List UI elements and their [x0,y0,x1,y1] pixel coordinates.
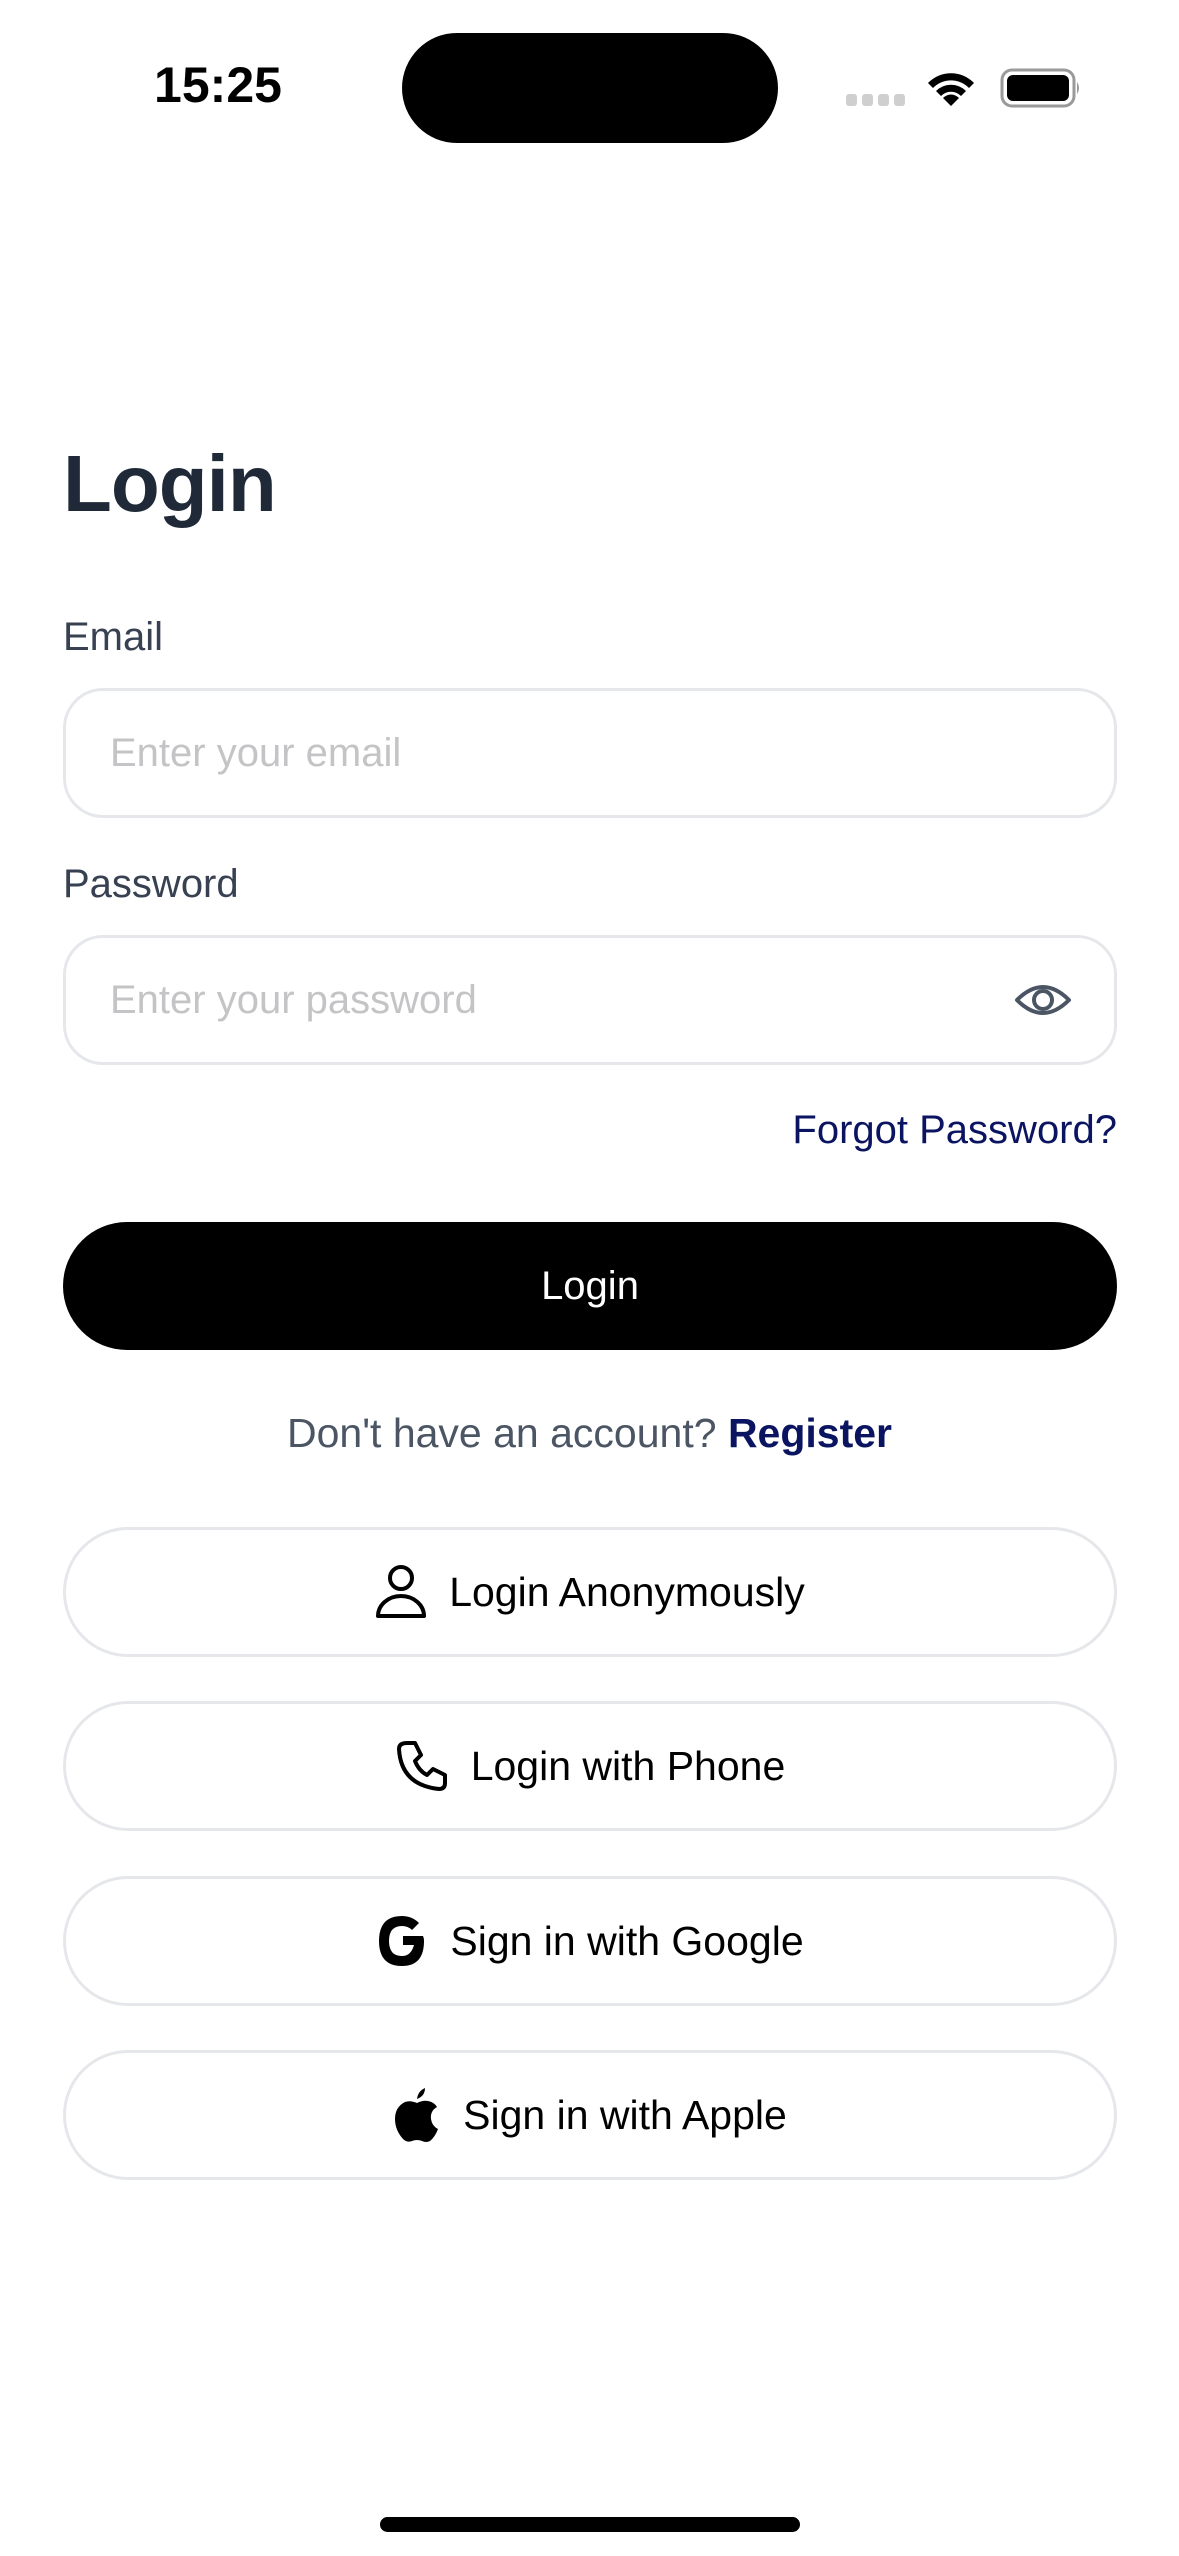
page-title: Login [63,439,277,528]
apple-icon [393,2087,441,2143]
eye-icon [1015,985,1071,1015]
forgot-password-link[interactable]: Forgot Password? [792,1108,1117,1153]
sign-in-with-google-button[interactable]: Sign in with Google [63,1876,1117,2006]
password-field-container[interactable] [63,935,1117,1065]
email-field-container[interactable] [63,688,1117,818]
password-input[interactable] [110,977,1012,1023]
google-icon [376,1914,428,1968]
login-anonymously-label: Login Anonymously [449,1568,805,1615]
register-prompt-text: Don't have an account? [287,1410,717,1456]
email-input[interactable] [110,730,1074,776]
wifi-icon [928,73,974,106]
sign-in-with-apple-label: Sign in with Apple [463,2091,787,2138]
phone-icon [395,1739,449,1793]
status-time: 15:25 [154,57,282,113]
login-with-phone-label: Login with Phone [470,1742,786,1789]
cellular-signal-icon [846,94,905,106]
login-anonymously-button[interactable]: Login Anonymously [63,1527,1117,1657]
battery-icon [1000,68,1079,108]
password-label: Password [63,862,239,906]
register-prompt-row: Don't have an account? Register [0,1410,1179,1457]
register-link[interactable]: Register [728,1410,892,1456]
login-button[interactable]: Login [63,1222,1117,1350]
dynamic-island [402,33,778,143]
toggle-password-visibility-button[interactable] [1012,978,1074,1022]
sign-in-with-apple-button[interactable]: Sign in with Apple [63,2050,1117,2180]
login-with-phone-button[interactable]: Login with Phone [63,1701,1117,1831]
user-icon [375,1564,427,1620]
email-label: Email [63,615,164,659]
sign-in-with-google-label: Sign in with Google [450,1917,804,1964]
home-indicator[interactable] [380,2517,800,2532]
